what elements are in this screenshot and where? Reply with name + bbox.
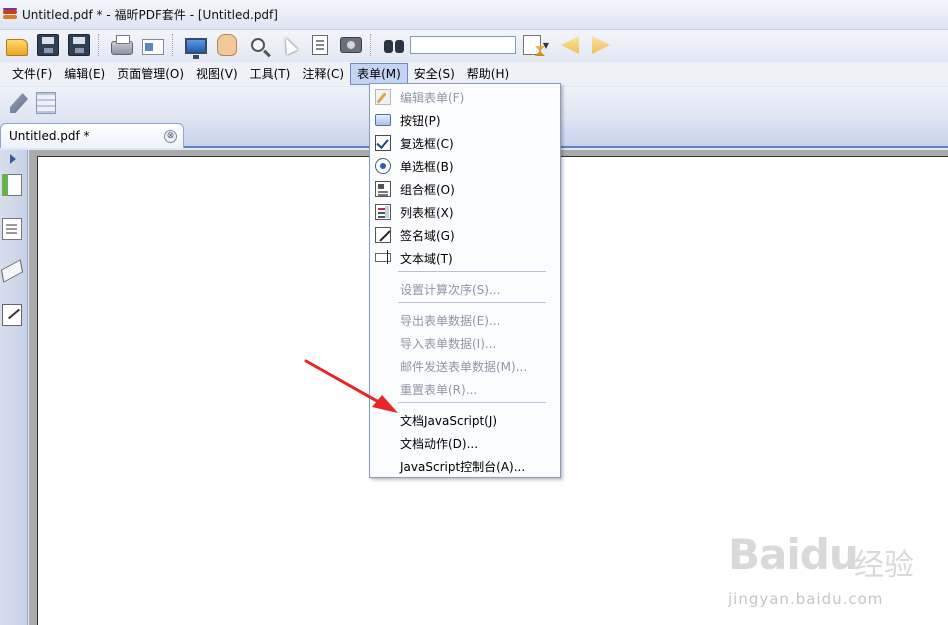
tab-label: Untitled.pdf * <box>9 129 90 143</box>
print-button[interactable] <box>108 32 136 58</box>
toolbar-separator <box>172 34 174 56</box>
menu-item-signature[interactable]: 签名域(G) <box>371 224 559 246</box>
menu-item-button-field[interactable]: 按钮(P) <box>371 109 559 131</box>
list-box-icon <box>375 204 391 220</box>
text-select-icon <box>312 35 328 55</box>
fullscreen-icon <box>185 37 207 59</box>
menu-separator <box>398 271 546 272</box>
find-previous-button[interactable] <box>556 32 584 58</box>
signatures-panel-icon[interactable] <box>2 304 22 326</box>
hand-icon <box>217 34 237 56</box>
select-tool-button[interactable] <box>275 32 303 58</box>
menu-edit[interactable]: 编辑(E) <box>58 63 111 85</box>
chevron-down-icon: ▼ <box>542 40 550 50</box>
main-toolbar: ▼ <box>0 30 948 60</box>
title-bar: Untitled.pdf * - 福昕PDF套件 - [Untitled.pdf… <box>0 0 948 30</box>
toolbar-separator <box>370 34 372 56</box>
annotation-arrow <box>304 359 398 413</box>
snapshot-icon <box>340 37 362 53</box>
save-all-icon <box>68 34 90 56</box>
layers-panel-icon[interactable] <box>0 259 24 283</box>
menu-item-javascript-console[interactable]: JavaScript控制台(A)... <box>371 455 559 477</box>
menu-security[interactable]: 安全(S) <box>408 63 461 85</box>
pages-panel-icon[interactable] <box>2 174 22 196</box>
menu-page-management[interactable]: 页面管理(O) <box>111 63 190 85</box>
watermark-url: jingyan.baidu.com <box>728 590 884 608</box>
email-icon <box>142 38 164 55</box>
toolbar-separator <box>98 34 100 56</box>
watermark-logo: Baidu <box>728 530 859 579</box>
menu-view[interactable]: 视图(V) <box>190 63 244 85</box>
menu-item-calc-order[interactable]: 设置计算次序(S)... <box>371 278 559 300</box>
hand-tool-button[interactable] <box>213 32 241 58</box>
expand-sidebar-icon[interactable] <box>10 154 16 164</box>
menu-tools[interactable]: 工具(T) <box>244 63 297 85</box>
save-icon <box>37 34 59 56</box>
menu-item-radio[interactable]: 单选框(B) <box>371 155 559 177</box>
menu-comments[interactable]: 注释(C) <box>296 63 350 85</box>
menu-item-export-data[interactable]: 导出表单数据(E)... <box>371 309 559 331</box>
menu-item-checkbox[interactable]: 复选框(C) <box>371 132 559 154</box>
tab-untitled-pdf[interactable]: Untitled.pdf * ⊗ <box>0 123 184 148</box>
watermark-title: 经验 <box>854 548 914 583</box>
zoom-icon <box>251 38 265 52</box>
snapshot-button[interactable] <box>337 32 365 58</box>
open-button[interactable] <box>3 32 31 58</box>
menu-file[interactable]: 文件(F) <box>6 63 58 85</box>
save-button[interactable] <box>34 32 62 58</box>
menu-separator <box>398 302 546 303</box>
find-next-button[interactable] <box>587 32 615 58</box>
find-icon <box>383 36 405 54</box>
open-icon <box>6 38 28 56</box>
find-input[interactable] <box>410 36 516 54</box>
next-icon <box>592 36 610 54</box>
find-button[interactable] <box>380 32 408 58</box>
fullscreen-button[interactable] <box>182 32 210 59</box>
combo-box-icon <box>375 181 391 197</box>
window-title: Untitled.pdf * - 福昕PDF套件 - [Untitled.pdf… <box>22 8 278 22</box>
save-all-button[interactable] <box>65 32 93 58</box>
text-select-button[interactable] <box>306 32 334 58</box>
edit-form-icon <box>375 89 391 105</box>
find-options-icon <box>522 35 541 55</box>
menu-item-document-actions[interactable]: 文档动作(D)... <box>371 432 559 454</box>
menu-forms[interactable]: 表单(M) <box>350 63 408 85</box>
menu-help[interactable]: 帮助(H) <box>461 63 515 85</box>
pen-icon <box>10 93 28 113</box>
menu-item-import-data[interactable]: 导入表单数据(I)... <box>371 332 559 354</box>
print-icon <box>111 35 133 55</box>
menu-item-list-box[interactable]: 列表框(X) <box>371 201 559 223</box>
menu-item-text-field[interactable]: 文本域(T) <box>371 247 559 269</box>
text-field-icon <box>375 250 391 264</box>
app-logo-icon <box>2 7 18 23</box>
grid-tool-button[interactable] <box>28 90 56 116</box>
select-cursor-icon <box>280 35 298 55</box>
baidu-watermark: Baidu 经验 jingyan.baidu.com <box>728 530 938 620</box>
zoom-tool-button[interactable] <box>244 32 272 58</box>
pen-tool-button[interactable] <box>0 90 28 116</box>
email-button[interactable] <box>139 32 167 58</box>
find-options-button[interactable]: ▼ <box>519 32 553 58</box>
grid-icon <box>36 92 56 114</box>
navigation-sidebar <box>0 150 28 625</box>
menu-item-edit-form[interactable]: 编辑表单(F) <box>371 86 559 108</box>
checkbox-icon <box>375 135 391 151</box>
menu-item-combo-box[interactable]: 组合框(O) <box>371 178 559 200</box>
close-icon[interactable]: ⊗ <box>164 130 177 143</box>
radio-icon <box>375 158 391 174</box>
signature-icon <box>375 227 391 243</box>
bookmarks-panel-icon[interactable] <box>2 218 22 240</box>
menu-separator <box>398 402 546 403</box>
previous-icon <box>561 36 579 54</box>
button-field-icon <box>375 114 391 126</box>
